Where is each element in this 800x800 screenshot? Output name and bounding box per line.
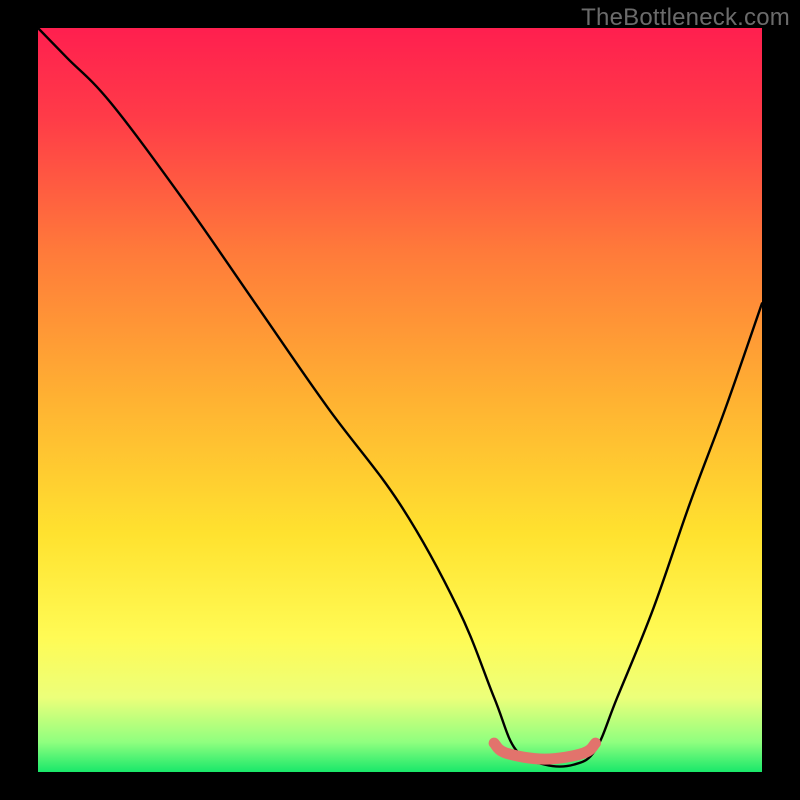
optimal-range-marker bbox=[494, 743, 595, 759]
plot-area bbox=[38, 28, 762, 772]
watermark-text: TheBottleneck.com bbox=[581, 4, 790, 32]
chart-frame bbox=[38, 28, 762, 772]
bottleneck-curve bbox=[38, 28, 762, 767]
chart-svg bbox=[38, 28, 762, 772]
